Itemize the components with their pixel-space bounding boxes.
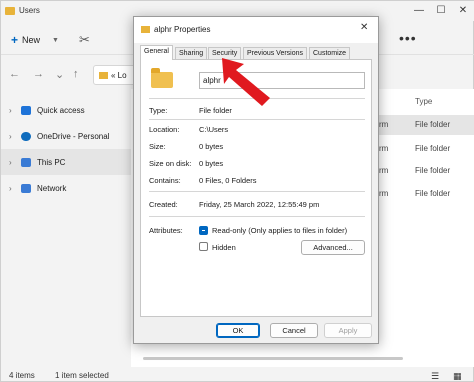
- status-bar: 4 items 1 item selected ☰ ▦: [1, 369, 474, 382]
- hidden-checkbox[interactable]: [199, 242, 208, 251]
- sidebar-item-label: Quick access: [37, 105, 85, 115]
- size-label: Size:: [149, 142, 166, 151]
- computer-icon: [21, 157, 31, 167]
- table-row[interactable]: rm File folder: [379, 161, 474, 181]
- cancel-button[interactable]: Cancel: [270, 323, 318, 338]
- sidebar-item-quick-access[interactable]: › Quick access: [1, 97, 131, 123]
- ok-button[interactable]: OK: [216, 323, 260, 338]
- hidden-label: Hidden: [212, 243, 236, 252]
- folder-icon: [99, 72, 108, 79]
- row-type: File folder: [415, 144, 451, 153]
- divider: [149, 119, 365, 120]
- navigation-pane: › Quick access › OneDrive - Personal › T…: [1, 97, 131, 201]
- type-label: Type:: [149, 106, 168, 115]
- sidebar-item-label: Network: [37, 183, 67, 193]
- created-value: Friday, 25 March 2022, 12:55:49 pm: [199, 200, 320, 209]
- row-type: File folder: [415, 166, 451, 175]
- sidebar-item-label: OneDrive - Personal: [37, 131, 110, 141]
- contains-value: 0 Files, 0 Folders: [199, 176, 257, 185]
- chevron-right-icon[interactable]: ›: [9, 158, 21, 167]
- created-label: Created:: [149, 200, 178, 209]
- up-arrow-icon[interactable]: ↑: [73, 68, 79, 80]
- sidebar-item-network[interactable]: › Network: [1, 175, 131, 201]
- location-label: Location:: [149, 125, 180, 134]
- address-text: « Lo: [111, 71, 127, 80]
- row-type: File folder: [415, 120, 451, 129]
- chevron-right-icon[interactable]: ›: [9, 132, 21, 141]
- folder-icon: [141, 26, 150, 33]
- new-label: New: [22, 35, 41, 45]
- tab-general[interactable]: General: [140, 45, 173, 60]
- divider: [149, 191, 365, 192]
- size-value: 0 bytes: [199, 142, 224, 151]
- size-on-disk-value: 0 bytes: [199, 159, 224, 168]
- folder-icon: [151, 68, 173, 88]
- star-icon: [21, 105, 31, 115]
- cut-icon[interactable]: ✂: [79, 32, 90, 48]
- new-button[interactable]: + New ▼: [11, 33, 59, 47]
- row-clipped-text: rm: [379, 189, 389, 198]
- row-clipped-text: rm: [379, 120, 389, 129]
- chevron-down-icon: ▼: [52, 36, 59, 44]
- advanced-button[interactable]: Advanced...: [301, 240, 365, 255]
- plus-icon: +: [11, 33, 19, 47]
- type-value: File folder: [199, 106, 232, 115]
- apply-button[interactable]: Apply: [324, 323, 372, 338]
- readonly-label: Read-only (Only applies to files in fold…: [212, 226, 348, 235]
- explorer-title: Users: [19, 6, 40, 15]
- maximize-icon[interactable]: ☐: [433, 3, 449, 19]
- forward-arrow-icon[interactable]: →: [33, 68, 44, 80]
- sidebar-item-onedrive[interactable]: › OneDrive - Personal: [1, 123, 131, 149]
- table-row[interactable]: rm File folder: [379, 139, 474, 159]
- readonly-checkbox[interactable]: [199, 226, 208, 235]
- dialog-title: alphr Properties: [154, 25, 211, 34]
- column-header-type[interactable]: Type: [415, 97, 432, 106]
- tab-customize[interactable]: Customize: [309, 47, 351, 59]
- close-icon[interactable]: ✕: [455, 3, 471, 19]
- details-view-icon[interactable]: ☰: [431, 371, 439, 382]
- tiles-view-icon[interactable]: ▦: [453, 371, 462, 382]
- status-item-count: 4 items: [9, 371, 35, 380]
- sidebar-item-this-pc[interactable]: › This PC: [1, 149, 131, 175]
- close-icon[interactable]: ✕: [360, 22, 368, 33]
- horizontal-scrollbar[interactable]: [143, 357, 403, 360]
- row-clipped-text: rm: [379, 144, 389, 153]
- cloud-icon: [21, 131, 31, 141]
- contains-label: Contains:: [149, 176, 181, 185]
- red-arrow-annotation-icon: [222, 58, 270, 106]
- attributes-label: Attributes:: [149, 226, 183, 235]
- back-arrow-icon[interactable]: ←: [9, 68, 20, 80]
- minimize-icon[interactable]: —: [411, 3, 427, 19]
- more-options-icon[interactable]: •••: [399, 30, 417, 46]
- row-clipped-text: rm: [379, 166, 389, 175]
- tab-sharing[interactable]: Sharing: [175, 47, 208, 59]
- divider: [149, 216, 365, 217]
- dialog-titlebar: alphr Properties ✕: [134, 17, 378, 43]
- row-type: File folder: [415, 189, 451, 198]
- recent-chevron-icon[interactable]: ⌄: [55, 68, 64, 81]
- status-selection: 1 item selected: [55, 371, 109, 380]
- location-value: C:\Users: [199, 125, 229, 134]
- sidebar-item-label: This PC: [37, 157, 66, 167]
- size-on-disk-label: Size on disk:: [149, 159, 192, 168]
- chevron-right-icon[interactable]: ›: [9, 184, 21, 193]
- table-row[interactable]: rm File folder: [379, 184, 474, 204]
- folder-icon: [5, 7, 15, 15]
- table-row[interactable]: rm File folder: [379, 115, 474, 135]
- network-icon: [21, 183, 31, 193]
- chevron-right-icon[interactable]: ›: [9, 106, 21, 115]
